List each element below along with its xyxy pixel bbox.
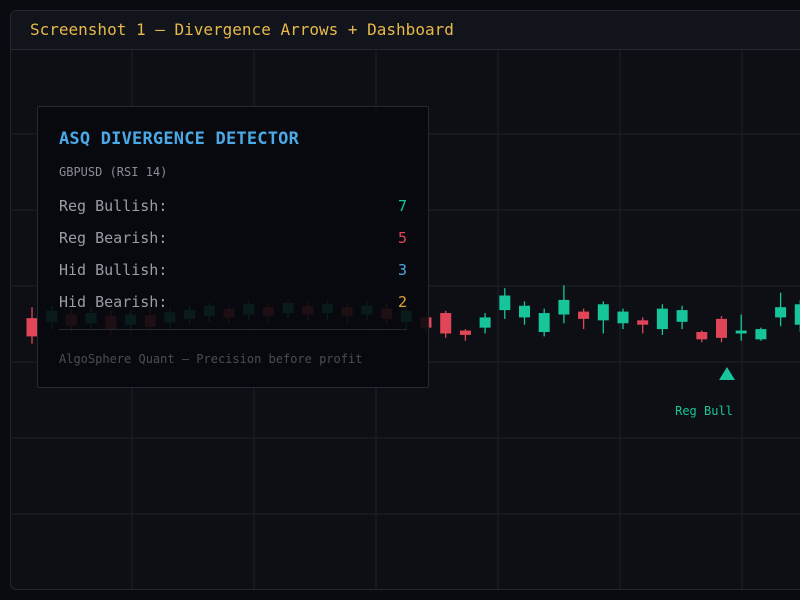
candle-body [538, 313, 550, 333]
candle-body [775, 307, 787, 318]
stat-label: Hid Bullish: [59, 261, 168, 279]
stat-label: Reg Bearish: [59, 229, 168, 247]
window-title: Screenshot 1 — Divergence Arrows + Dashb… [30, 20, 454, 39]
stat-label: Hid Bearish: [59, 293, 168, 311]
candle-body [716, 318, 727, 338]
stat-label: Reg Bullish: [59, 197, 168, 215]
signal-markers: Reg Bull [675, 367, 735, 418]
stat-value: 7 [397, 197, 407, 215]
title-bar: Screenshot 1 — Divergence Arrows + Dashb… [11, 11, 800, 50]
stat-row-reg-bullish: Reg Bullish: 7 [59, 197, 407, 217]
candle-bullish [755, 327, 767, 341]
candle-body [794, 304, 800, 325]
candle-body [578, 311, 590, 319]
candle-body [459, 330, 471, 335]
candle-bearish [696, 330, 708, 343]
dashboard-footer: AlgoSphere Quant — Precision before prof… [59, 352, 363, 366]
candle-bearish [459, 329, 471, 341]
candle-body [597, 304, 609, 321]
candle-bullish [794, 299, 800, 333]
stat-value: 2 [397, 293, 407, 311]
stat-row-hid-bullish: Hid Bullish: 3 [59, 261, 407, 281]
candle-body [637, 320, 649, 325]
dashboard-title: ASQ DIVERGENCE DETECTOR [59, 129, 300, 149]
candle-bullish [558, 285, 570, 324]
candle-bullish [676, 305, 688, 330]
divider [59, 329, 407, 330]
candle-bearish [440, 310, 452, 338]
candle-bullish [479, 313, 491, 334]
candle-body [499, 295, 511, 311]
signal-label: Reg Bull [675, 404, 733, 418]
candle-bullish [499, 288, 511, 319]
candle-bullish [735, 314, 747, 341]
window-frame: Screenshot 1 — Divergence Arrows + Dashb… [10, 10, 800, 590]
candle-bullish [617, 308, 629, 330]
candle-bearish [26, 307, 38, 344]
divergence-dashboard: ASQ DIVERGENCE DETECTOR GBPUSD (RSI 14) … [37, 106, 429, 388]
candle-bullish [656, 304, 668, 335]
stat-row-hid-bearish: Hid Bearish: 2 [59, 293, 407, 313]
candle-body [519, 305, 530, 318]
candle-body [735, 330, 747, 334]
candle-bearish [578, 308, 590, 330]
candle-body [26, 318, 38, 337]
candle-bullish [775, 292, 787, 327]
stat-value: 3 [397, 261, 407, 279]
triangle-up-icon [719, 367, 735, 380]
stat-row-reg-bearish: Reg Bearish: 5 [59, 229, 407, 249]
dashboard-subtitle: GBPUSD (RSI 14) [59, 165, 168, 179]
candle-body [440, 313, 452, 334]
candle-bullish [538, 308, 550, 337]
chart-area[interactable]: Reg Bull ASQ DIVERGENCE DETECTOR GBPUSD … [11, 50, 800, 589]
candle-body [558, 299, 570, 315]
stat-value: 5 [397, 229, 407, 247]
candle-body [656, 308, 668, 330]
candle-body [479, 317, 491, 328]
candle-bearish [716, 315, 727, 343]
candle-bearish [637, 317, 649, 334]
candle-bullish [519, 301, 530, 325]
candle-body [676, 310, 688, 322]
candle-body [696, 332, 708, 340]
candle-body [755, 329, 767, 340]
candle-bullish [597, 301, 609, 334]
candle-body [617, 311, 629, 324]
